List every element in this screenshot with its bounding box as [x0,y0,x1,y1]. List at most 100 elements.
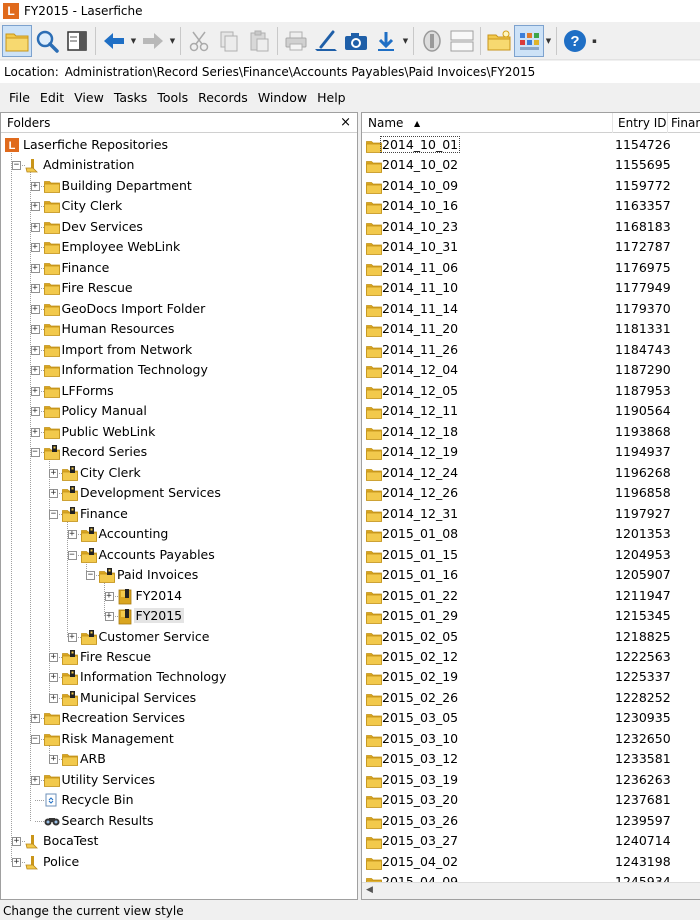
help-button[interactable]: ? [560,25,590,57]
expand-icon[interactable]: + [30,427,40,437]
collapse-icon[interactable]: − [67,550,77,560]
column-divider[interactable] [612,113,613,133]
expand-icon[interactable]: + [49,693,58,703]
web-button[interactable] [417,25,447,57]
list-item[interactable]: 2015_02_26 1228252 [362,688,700,708]
expand-icon[interactable]: + [30,243,40,253]
view-style-button[interactable] [514,24,544,57]
tree-node[interactable]: Recycle Bin [1,790,357,810]
list-item[interactable]: 2015_01_16 1205907 [362,565,700,585]
expand-icon[interactable]: + [30,202,40,212]
tree-node[interactable]: − Administration [1,155,357,175]
expand-icon[interactable]: + [49,673,58,683]
list-item[interactable]: 2014_11_14 1179370 [362,299,700,319]
import-dropdown-icon[interactable]: ▼ [401,25,410,57]
tree-node[interactable]: + Dev Services [1,217,357,237]
tree-node[interactable]: − Record Series [1,442,357,462]
list-item[interactable]: 2015_01_15 1204953 [362,545,700,565]
menu-file[interactable]: File [4,90,35,105]
collapse-icon[interactable]: − [30,734,40,744]
list-item[interactable]: 2014_10_02 1155695 [362,155,700,175]
expand-icon[interactable]: + [49,489,58,499]
search-button[interactable] [32,25,62,57]
expand-icon[interactable]: + [49,755,58,765]
tree-node[interactable]: + Fire Rescue [1,647,357,667]
list-item[interactable]: 2014_12_26 1196858 [362,483,700,503]
list-item[interactable]: 2015_02_19 1225337 [362,667,700,687]
list-item[interactable]: 2014_10_31 1172787 [362,237,700,257]
expand-icon[interactable]: + [30,304,40,314]
list-item[interactable]: 2014_11_06 1176975 [362,258,700,278]
menu-tools[interactable]: Tools [152,90,193,105]
expand-icon[interactable]: + [67,632,77,642]
tree-node[interactable]: + Information Technology [1,360,357,380]
tree-node[interactable]: + FY2015 [1,606,357,626]
column-divider[interactable] [667,113,668,133]
column-header-name[interactable]: Name [368,116,403,130]
scan-button[interactable] [311,25,341,57]
tree-node[interactable]: L Laserfiche Repositories [1,135,357,155]
tree-node[interactable]: + BocaTest [1,831,357,851]
list-item[interactable]: 2014_11_20 1181331 [362,319,700,339]
expand-icon[interactable]: + [30,366,40,376]
import-button[interactable] [371,25,401,57]
tree-node[interactable]: + Police [1,852,357,872]
metadata-button[interactable] [62,25,92,57]
expand-icon[interactable]: + [30,325,40,335]
list-item[interactable]: 2014_10_09 1159772 [362,176,700,196]
tree-node[interactable]: Search Results [1,811,357,831]
collapse-icon[interactable]: − [12,161,21,171]
scroll-left-icon[interactable]: ◀ [366,885,373,895]
new-folder-button[interactable] [484,25,514,57]
list-item[interactable]: 2015_02_05 1218825 [362,627,700,647]
collapse-icon[interactable]: − [49,509,58,519]
tree-node[interactable]: + Public WebLink [1,422,357,442]
expand-icon[interactable]: + [30,222,40,232]
cut-button[interactable] [184,25,214,57]
list-item[interactable]: 2014_12_31 1197927 [362,504,700,524]
list-item[interactable]: 2015_04_02 1243198 [362,852,700,872]
expand-icon[interactable]: + [12,837,21,847]
tree-node[interactable]: + FY2014 [1,586,357,606]
list-item[interactable]: 2015_03_05 1230935 [362,708,700,728]
tree-node[interactable]: + Recreation Services [1,708,357,728]
list-item[interactable]: 2015_03_10 1232650 [362,729,700,749]
menu-tasks[interactable]: Tasks [109,90,153,105]
list-item[interactable]: 2014_10_16 1163357 [362,196,700,216]
tree-node[interactable]: + Policy Manual [1,401,357,421]
location-path[interactable]: Administration\Record Series\Finance\Acc… [65,65,535,79]
expand-icon[interactable]: + [30,345,40,355]
list-item[interactable]: 2014_12_05 1187953 [362,381,700,401]
view-style-dropdown-icon[interactable]: ▼ [544,25,553,57]
column-header-entry-id[interactable]: Entry ID [618,116,667,130]
list-item[interactable]: 2014_10_23 1168183 [362,217,700,237]
expand-icon[interactable]: + [49,468,58,478]
camera-button[interactable] [341,25,371,57]
tree-node[interactable]: + Information Technology [1,667,357,687]
list-item[interactable]: 2015_03_20 1237681 [362,790,700,810]
expand-icon[interactable]: + [12,857,21,867]
expand-icon[interactable]: + [30,386,40,396]
forward-dropdown-icon[interactable]: ▼ [168,25,177,57]
list-item[interactable]: 2014_12_18 1193868 [362,422,700,442]
tree-node[interactable]: + ARB [1,749,357,769]
menu-edit[interactable]: Edit [35,90,69,105]
list-item[interactable]: 2015_01_22 1211947 [362,586,700,606]
print-button[interactable] [281,25,311,57]
tree-node[interactable]: + Customer Service [1,627,357,647]
paste-button[interactable] [244,25,274,57]
expand-icon[interactable]: + [104,591,114,601]
tree-node[interactable]: + Accounting [1,524,357,544]
list-item[interactable]: 2015_02_12 1222563 [362,647,700,667]
expand-icon[interactable]: + [30,284,40,294]
list-item[interactable]: 2014_12_19 1194937 [362,442,700,462]
collapse-icon[interactable]: − [30,448,40,458]
expand-icon[interactable]: + [30,181,40,191]
tree-node[interactable]: + Fire Rescue [1,278,357,298]
list-item[interactable]: 2015_03_12 1233581 [362,749,700,769]
panes-button[interactable] [447,25,477,57]
list-item[interactable]: 2015_01_08 1201353 [362,524,700,544]
back-button[interactable] [99,25,129,57]
list-item[interactable]: 2015_03_26 1239597 [362,811,700,831]
list-item[interactable]: 2014_11_10 1177949 [362,278,700,298]
